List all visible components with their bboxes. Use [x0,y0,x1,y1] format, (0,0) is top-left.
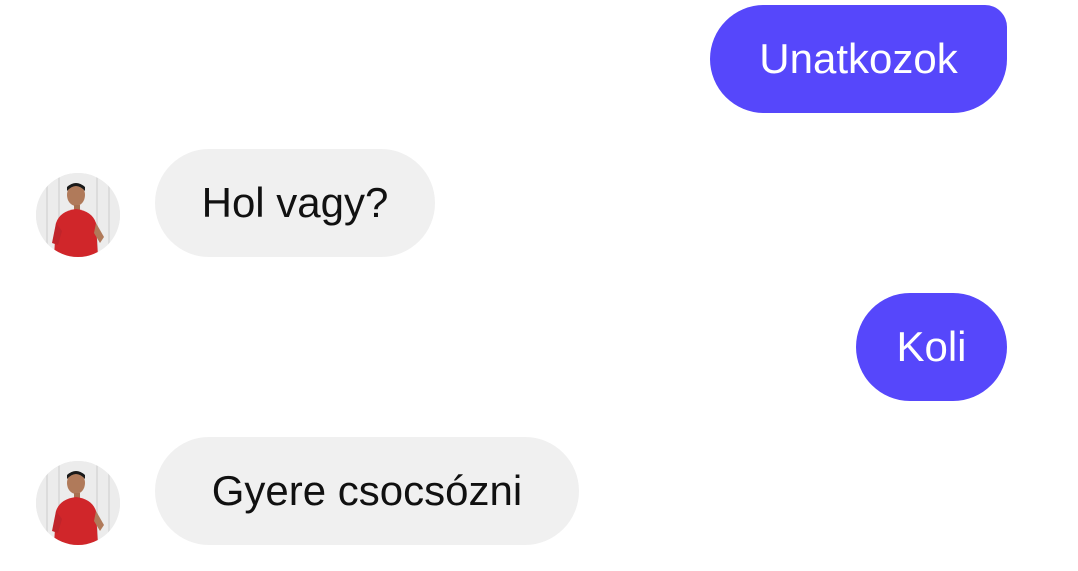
contact-avatar[interactable] [36,461,120,545]
received-message-bubble[interactable]: Hol vagy? [155,149,435,257]
message-text: Koli [896,323,967,370]
received-message-bubble[interactable]: Gyere csocsózni [155,437,579,545]
chat-thread: Unatkozok Hol vagy? Koli Gyere csocsózni [0,0,1078,571]
message-text: Unatkozok [759,35,958,82]
contact-avatar-photo-icon [36,461,120,545]
contact-avatar[interactable] [36,173,120,257]
message-text: Gyere csocsózni [211,467,523,514]
sent-message-bubble[interactable]: Unatkozok [710,5,1007,113]
message-text: Hol vagy? [201,179,389,226]
sent-message-bubble[interactable]: Koli [856,293,1007,401]
contact-avatar-photo-icon [36,173,120,257]
